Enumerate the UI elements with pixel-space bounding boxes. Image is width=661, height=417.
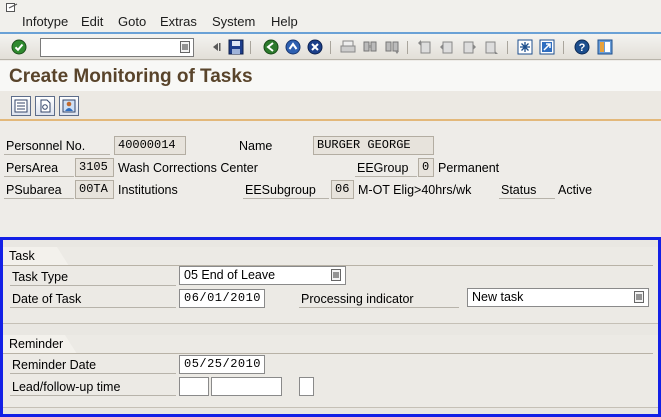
group-divider — [3, 353, 653, 354]
menu-edit[interactable]: Edit — [81, 14, 103, 29]
dropdown-icon[interactable] — [634, 291, 644, 303]
save-icon[interactable] — [227, 38, 245, 56]
prev-page-icon[interactable] — [438, 38, 456, 56]
document-icon — [40, 99, 51, 113]
status-text: Active — [558, 183, 593, 197]
task-type-select[interactable]: 05 End of Leave — [179, 266, 346, 285]
eesubgroup-text: M-OT Elig>40hrs/wk — [358, 183, 472, 197]
eesubgroup-code-field: 06 — [331, 180, 354, 199]
dropdown-icon[interactable] — [331, 269, 341, 281]
processing-indicator-select[interactable]: New task — [467, 288, 649, 307]
dropdown-icon[interactable] — [180, 41, 190, 53]
toolbar-separator — [250, 41, 251, 54]
toolbar-separator — [330, 41, 331, 54]
command-field[interactable] — [40, 38, 194, 57]
next-page-icon[interactable] — [460, 38, 478, 56]
command-input[interactable] — [41, 39, 176, 56]
display-button[interactable] — [35, 96, 55, 116]
first-page-icon[interactable] — [416, 38, 434, 56]
person-icon — [62, 99, 76, 113]
eegroup-text: Permanent — [438, 161, 500, 175]
psubarea-text: Institutions — [118, 183, 178, 197]
shortcut-icon[interactable] — [538, 38, 556, 56]
date-of-task-input[interactable]: 06/01/2010 — [179, 289, 265, 308]
task-type-value: 05 End of Leave — [184, 268, 276, 282]
lead-time-input[interactable] — [179, 377, 209, 396]
reminder-date-label: Reminder Date — [10, 356, 176, 374]
task-group-title: Task — [3, 247, 69, 266]
print-icon[interactable] — [339, 38, 357, 56]
cancel-icon[interactable] — [306, 38, 324, 56]
back-nav-icon[interactable] — [262, 38, 280, 56]
name-label: Name — [239, 139, 273, 153]
processing-indicator-label: Processing indicator — [299, 290, 459, 308]
personnel-no-label: Personnel No. — [4, 137, 110, 155]
last-page-icon[interactable] — [482, 38, 500, 56]
task-type-label: Task Type — [10, 268, 176, 286]
enter-icon[interactable] — [10, 38, 28, 56]
persarea-label: PersArea — [4, 159, 74, 177]
menu-extras[interactable]: Extras — [160, 14, 197, 29]
overview-button[interactable] — [11, 96, 31, 116]
layout-icon[interactable] — [596, 38, 614, 56]
find-next-icon[interactable] — [383, 38, 401, 56]
date-of-task-label: Date of Task — [10, 290, 176, 308]
svg-text:?: ? — [579, 42, 586, 54]
page-title: Create Monitoring of Tasks — [9, 66, 253, 87]
lead-time-sign-input[interactable] — [299, 377, 314, 396]
menu-bar: Infotype Edit Goto Extras System Help — [0, 0, 661, 32]
processing-indicator-value: New task — [472, 290, 524, 304]
system-menu-icon[interactable] — [6, 3, 18, 13]
persarea-text: Wash Corrections Center — [118, 161, 258, 175]
toolbar-separator — [507, 41, 508, 54]
title-bar: Create Monitoring of Tasks — [0, 61, 661, 91]
back-icon[interactable] — [207, 38, 225, 56]
reminder-date-input[interactable]: 05/25/2010 — [179, 355, 265, 374]
exit-icon[interactable] — [284, 38, 302, 56]
application-toolbar — [0, 91, 661, 121]
menu-infotype[interactable]: Infotype — [22, 14, 68, 29]
persarea-code-field: 3105 — [75, 158, 114, 177]
psubarea-code-field: 00TA — [75, 180, 114, 199]
find-icon[interactable] — [361, 38, 379, 56]
reminder-group-title: Reminder — [3, 335, 77, 354]
toolbar-separator — [407, 41, 408, 54]
eegroup-label: EEGroup — [355, 159, 417, 177]
name-field: BURGER GEORGE — [313, 136, 434, 155]
create-session-icon[interactable] — [516, 38, 534, 56]
personnel-no-field: 40000014 — [114, 136, 186, 155]
lead-follow-up-label: Lead/follow-up time — [10, 378, 176, 396]
status-label: Status — [499, 181, 555, 199]
eesubgroup-label: EESubgroup — [243, 181, 329, 199]
menu-system[interactable]: System — [212, 14, 255, 29]
standard-toolbar: ? — [0, 32, 661, 60]
toolbar-separator — [563, 41, 564, 54]
lead-time-unit-input[interactable] — [211, 377, 282, 396]
person-button[interactable] — [59, 96, 79, 116]
overview-icon — [14, 99, 28, 113]
eegroup-code-field: 0 — [418, 158, 434, 177]
psubarea-label: PSubarea — [4, 181, 74, 199]
help-icon[interactable]: ? — [573, 38, 591, 56]
menu-help[interactable]: Help — [271, 14, 298, 29]
menu-goto[interactable]: Goto — [118, 14, 146, 29]
